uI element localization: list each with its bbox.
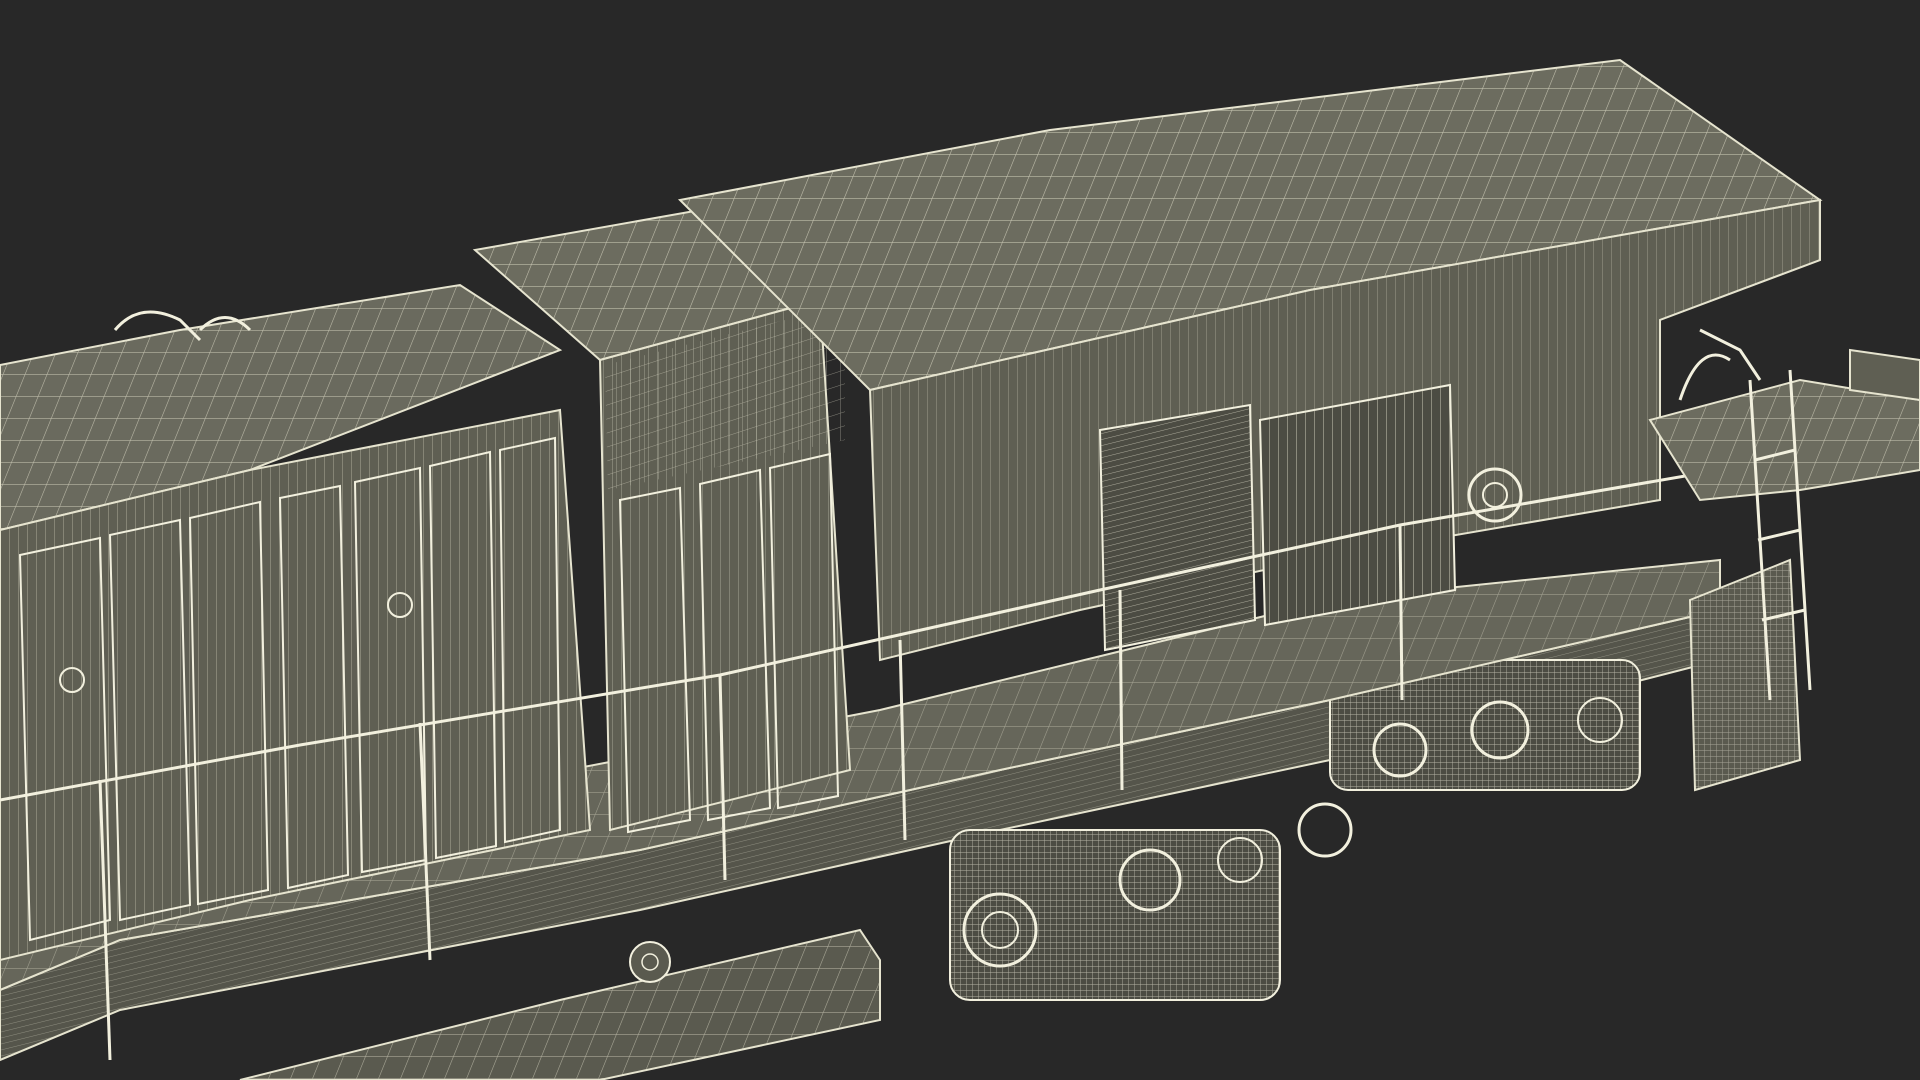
rear-truck <box>949 802 1353 1001</box>
wheel <box>629 941 671 983</box>
render-viewport <box>0 0 1920 1080</box>
locomotive-wireframe <box>0 58 1920 1080</box>
